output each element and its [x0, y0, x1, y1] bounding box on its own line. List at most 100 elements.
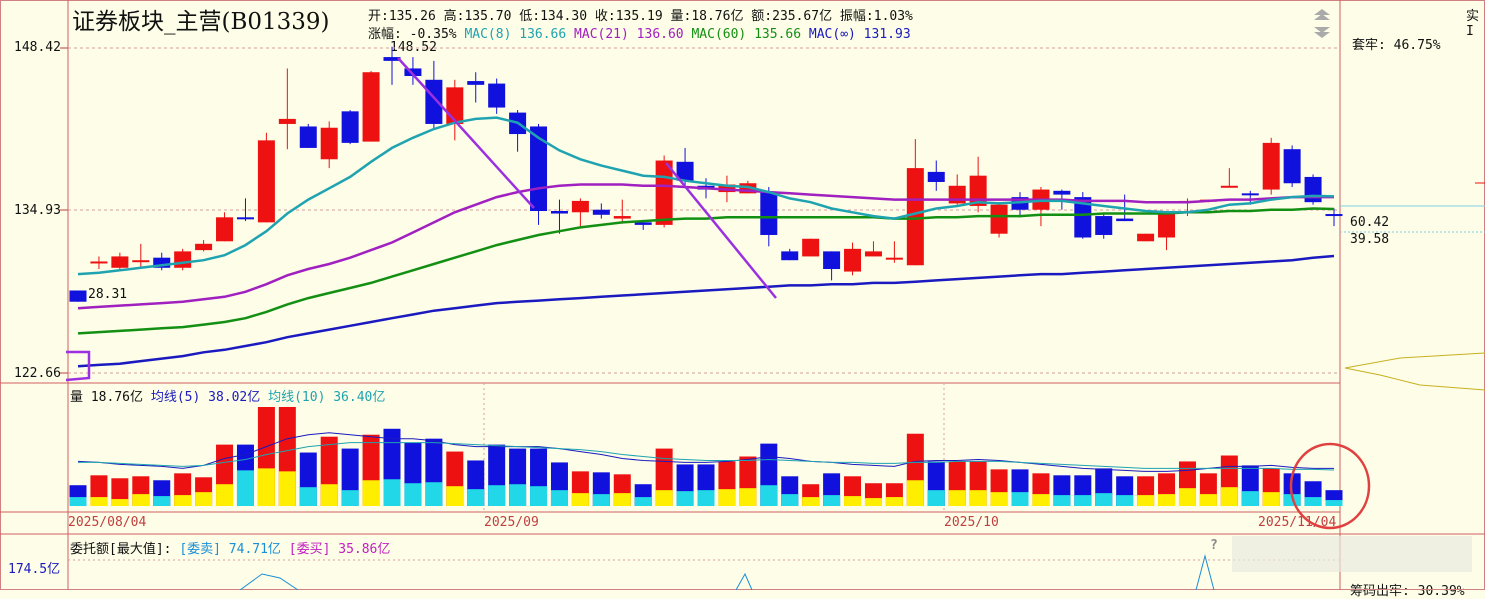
volume-bar-lower — [1011, 492, 1029, 506]
candle-body — [1220, 185, 1238, 188]
volume-bar-lower — [299, 487, 317, 506]
volume-bar-lower — [571, 493, 589, 506]
volume-bar-lower — [488, 485, 506, 506]
candle-body — [425, 79, 443, 124]
candle-body — [446, 87, 464, 124]
candle-body — [634, 222, 652, 225]
candle-body — [1304, 176, 1322, 203]
volume-bar-lower — [278, 471, 296, 506]
volume-bar-lower — [111, 499, 129, 506]
candle-body — [111, 256, 129, 268]
candlestick-chart — [0, 0, 1485, 590]
volume-bar-lower — [1199, 494, 1217, 506]
volume-bar-lower — [592, 494, 610, 506]
volume-bar-lower — [153, 496, 171, 506]
volume-bar-lower — [634, 497, 652, 506]
candle-body — [1137, 233, 1155, 242]
candle-body — [844, 248, 862, 272]
volume-bar-lower — [864, 498, 882, 506]
volume-bar-lower — [1158, 494, 1176, 506]
volume-bar-lower — [1032, 494, 1050, 506]
candle-body — [760, 192, 778, 235]
volume-bar-lower — [509, 484, 527, 506]
volume-bar-lower — [1178, 488, 1196, 506]
volume-bar-lower — [906, 480, 924, 506]
candle-body — [1241, 193, 1259, 196]
volume-bar-lower — [927, 490, 945, 506]
candle-body — [341, 111, 359, 143]
volume-bar-lower — [1074, 495, 1092, 506]
chip-distribution-line — [1344, 352, 1485, 369]
volume-bar-lower — [1220, 487, 1238, 506]
candle-body — [1283, 149, 1301, 184]
stock-chart-window: 证券板块_主营(B01339) 开:135.26 高:135.70 低:134.… — [0, 0, 1485, 599]
volume-bar-lower — [1325, 500, 1343, 506]
candle-body — [90, 261, 108, 264]
watermark-blur — [1232, 536, 1472, 572]
volume-bar-lower — [69, 497, 87, 506]
candle-body — [174, 251, 192, 268]
volume-bar-lower — [885, 497, 903, 506]
volume-bar-lower — [1304, 497, 1322, 506]
candle-body — [299, 126, 317, 148]
candle-body — [195, 243, 213, 251]
volume-bar-lower — [697, 490, 715, 506]
candle-body — [885, 257, 903, 260]
candle-body — [1053, 190, 1071, 195]
entrust-sell-line — [735, 572, 753, 590]
volume-bar-lower — [1137, 495, 1155, 506]
mac60-line — [77, 207, 1335, 335]
candle-body — [467, 81, 485, 85]
scroll-down-icon[interactable] — [1312, 24, 1332, 38]
volume-bar-lower — [195, 492, 213, 506]
volume-bar-lower — [990, 492, 1008, 506]
volume-bar-lower — [823, 495, 841, 506]
candle-body — [864, 251, 882, 257]
candle-body — [990, 204, 1008, 234]
volume-bar-lower — [1116, 495, 1134, 506]
scroll-up-icon[interactable] — [1312, 6, 1332, 20]
chip-distribution-line — [1344, 367, 1485, 391]
candle-body — [927, 171, 945, 182]
volume-bar-lower — [550, 490, 568, 506]
entrust-sell-line — [239, 573, 299, 590]
volume-bar-lower — [90, 497, 108, 506]
candle-body — [906, 168, 924, 266]
volume-bar-lower — [530, 486, 548, 506]
volume-bar-lower — [404, 483, 422, 506]
candle-body — [236, 217, 254, 220]
volume-bar-lower — [1241, 491, 1259, 506]
candle-body — [1262, 142, 1280, 190]
volume-bar-lower — [718, 489, 736, 506]
candle-body — [550, 211, 568, 214]
candle-body — [69, 290, 87, 302]
candle-body — [571, 200, 589, 213]
volume-bar-lower — [655, 490, 673, 506]
volume-bar-lower — [320, 484, 338, 506]
volume-bar-lower — [425, 482, 443, 506]
volume-bar-lower — [236, 470, 254, 506]
candle-body — [216, 217, 234, 242]
volume-bar-lower — [383, 479, 401, 506]
volume-bar-lower — [760, 485, 778, 506]
volume-bar-lower — [969, 490, 987, 506]
volume-bar-lower — [132, 494, 150, 506]
candle-body — [132, 260, 150, 263]
volume-bar-lower — [739, 488, 757, 506]
volume-bar-lower — [781, 494, 799, 506]
volume-bar-lower — [257, 468, 275, 506]
volume-bar-lower — [174, 495, 192, 506]
candle-body — [592, 209, 610, 215]
volume-bar-lower — [341, 490, 359, 506]
candle-body — [823, 251, 841, 270]
volume-bar-lower — [446, 486, 464, 506]
volume-bar-lower — [1262, 492, 1280, 506]
volume-bar-lower — [1095, 493, 1113, 506]
entrust-sell-line — [1195, 554, 1215, 590]
highlight-circle — [1289, 442, 1371, 530]
volume-bar-lower — [362, 480, 380, 506]
candle-body — [488, 83, 506, 108]
volume-bar-lower — [676, 491, 694, 506]
volume-bar-lower — [948, 490, 966, 506]
candle-body — [781, 251, 799, 261]
